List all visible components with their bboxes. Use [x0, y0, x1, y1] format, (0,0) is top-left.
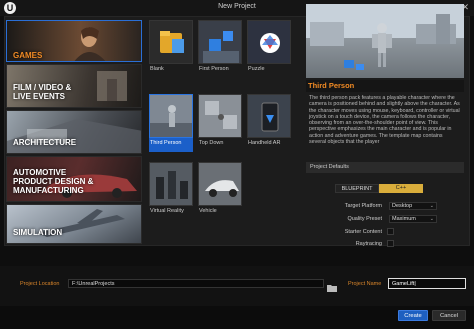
third-person-preview-icon: [306, 4, 464, 70]
category-label: SIMULATION: [13, 228, 63, 237]
template-title: Third Person: [306, 80, 464, 92]
template-name: Blank: [150, 66, 164, 72]
cancel-button[interactable]: Cancel: [432, 310, 466, 321]
category-simulation[interactable]: SIMULATION: [6, 204, 142, 244]
blueprint-option[interactable]: BLUEPRINT: [335, 184, 379, 193]
folder-icon[interactable]: [327, 279, 337, 292]
template-name: Virtual Reality: [150, 208, 184, 214]
target-platform-value: Desktop: [392, 203, 413, 209]
project-name-label: Project Name: [348, 281, 382, 287]
category-automotive[interactable]: AUTOMOTIVE PRODUCT DESIGN & MANUFACTURIN…: [6, 156, 142, 202]
template-top-down[interactable]: Top Down: [198, 94, 242, 154]
target-platform-select[interactable]: Desktop ⌄: [389, 202, 437, 210]
template-name: Top Down: [199, 140, 224, 146]
chevron-down-icon: ⌄: [429, 203, 434, 209]
quality-preset-label: Quality Preset: [347, 216, 382, 222]
puzzle-thumbnail-icon: [247, 20, 291, 64]
template-name: First Person: [199, 66, 229, 72]
starter-content-label: Starter Content: [344, 229, 382, 235]
category-film-video[interactable]: FILM / VIDEO & LIVE EVENTS: [6, 64, 142, 108]
handheld-ar-thumbnail-icon: [247, 94, 291, 138]
project-location-label: Project Location: [20, 281, 60, 287]
template-third-person[interactable]: Third Person: [149, 94, 193, 154]
template-puzzle[interactable]: Puzzle: [247, 20, 291, 80]
virtual-reality-thumbnail-icon: [149, 162, 193, 206]
template-preview-image: [306, 4, 464, 78]
template-first-person[interactable]: First Person: [198, 20, 242, 80]
top-down-thumbnail-icon: [198, 94, 242, 138]
template-name: Puzzle: [248, 66, 265, 72]
category-label: GAMES: [13, 51, 43, 60]
blank-thumbnail-icon: [149, 20, 193, 64]
template-name: Handheld AR: [248, 140, 281, 146]
raytracing-checkbox[interactable]: [387, 240, 394, 247]
simulation-thumbnail-icon: [37, 209, 125, 237]
project-defaults-header: Project Defaults: [306, 162, 464, 173]
language-toggle: BLUEPRINT C++: [335, 184, 423, 193]
starter-content-checkbox[interactable]: [387, 228, 394, 235]
template-name: Third Person: [150, 140, 182, 146]
architecture-thumbnail-icon: [7, 119, 141, 153]
template-handheld-ar[interactable]: Handheld AR: [247, 94, 291, 154]
quality-preset-value: Maximum: [392, 216, 416, 222]
template-name: Vehicle: [199, 208, 217, 214]
target-platform-label: Target Platform: [344, 203, 382, 209]
category-label: FILM / VIDEO & LIVE EVENTS: [13, 83, 72, 101]
chevron-down-icon: ⌄: [429, 216, 434, 222]
category-architecture[interactable]: ARCHITECTURE: [6, 110, 142, 154]
template-blank[interactable]: Blank: [149, 20, 193, 80]
template-description: The third person pack features a playabl…: [309, 95, 460, 146]
category-label: AUTOMOTIVE PRODUCT DESIGN & MANUFACTURIN…: [13, 168, 94, 195]
project-location-input[interactable]: F:\UnrealProjects: [68, 279, 324, 288]
vehicle-thumbnail-icon: [198, 162, 242, 206]
create-button[interactable]: Create: [398, 310, 428, 321]
quality-preset-select[interactable]: Maximum ⌄: [389, 215, 437, 223]
category-label: ARCHITECTURE: [13, 138, 77, 147]
category-games[interactable]: GAMES: [6, 20, 142, 62]
first-person-thumbnail-icon: [198, 20, 242, 64]
raytracing-label: Raytracing: [355, 241, 382, 247]
template-virtual-reality[interactable]: Virtual Reality: [149, 162, 193, 222]
project-name-input[interactable]: GameLift|: [388, 278, 466, 289]
third-person-thumbnail-icon: [149, 94, 193, 138]
cpp-option[interactable]: C++: [379, 184, 423, 193]
template-vehicle[interactable]: Vehicle: [198, 162, 242, 222]
